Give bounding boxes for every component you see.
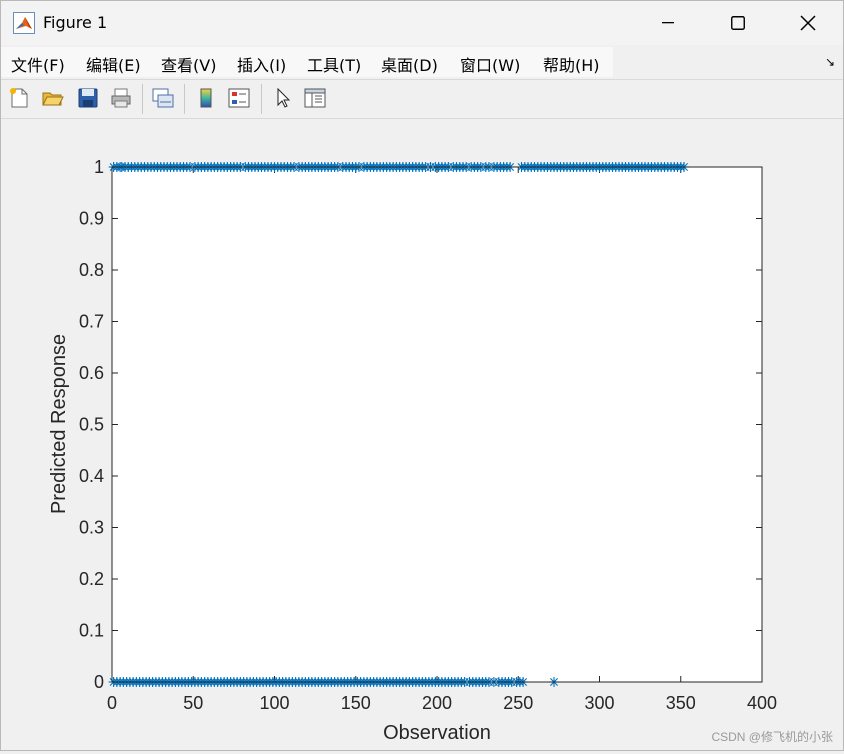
menu-desktop[interactable]: 桌面(D) xyxy=(381,52,438,76)
close-icon xyxy=(800,15,816,31)
y-tick-label: 0.8 xyxy=(79,260,104,280)
y-axis-label: Predicted Response xyxy=(48,334,70,514)
y-tick-label: 0.6 xyxy=(79,363,104,383)
save-icon[interactable] xyxy=(76,86,100,110)
menu-help[interactable]: 帮助(H) xyxy=(543,52,600,76)
menu-edit[interactable]: 编辑(E) xyxy=(86,52,141,76)
toolbar-separator xyxy=(261,84,262,114)
menu-view[interactable]: 查看(V) xyxy=(161,52,216,76)
colorbar-icon[interactable] xyxy=(194,86,218,110)
title-bar[interactable]: Figure 1 xyxy=(1,1,843,45)
y-tick-label: 1 xyxy=(94,157,104,177)
maximize-icon xyxy=(731,16,745,30)
new-figure-icon[interactable] xyxy=(7,86,31,110)
y-tick-label: 0.2 xyxy=(79,569,104,589)
y-tick-label: 0 xyxy=(94,672,104,692)
x-tick-label: 350 xyxy=(666,693,696,713)
maximize-button[interactable] xyxy=(709,1,767,45)
open-file-icon[interactable] xyxy=(41,86,65,110)
x-tick-label: 0 xyxy=(107,693,117,713)
y-tick-label: 0.5 xyxy=(79,415,104,435)
minimize-button[interactable] xyxy=(639,1,697,45)
menu-window[interactable]: 窗口(W) xyxy=(460,52,520,76)
window-title: Figure 1 xyxy=(43,13,108,32)
x-axis-label: Observation xyxy=(383,722,491,744)
edit-plot-icon[interactable] xyxy=(271,86,295,110)
close-button[interactable] xyxy=(779,1,837,45)
menu-file[interactable]: 文件(F) xyxy=(11,52,65,76)
toolbar-toggle-arrow-icon[interactable]: ↘ xyxy=(825,55,835,69)
x-tick-label: 250 xyxy=(503,693,533,713)
x-tick-label: 100 xyxy=(259,693,289,713)
y-tick-label: 0.1 xyxy=(79,621,104,641)
menu-tools[interactable]: 工具(T) xyxy=(307,52,361,76)
matlab-logo-icon xyxy=(13,12,35,34)
toolbar-separator xyxy=(142,84,143,114)
scatter-chart: 0 50 100 150 200 250 300 350 400 0 0.1 0.2 0.3 0.4 0.… xyxy=(48,157,833,744)
y-tick-label: 0.4 xyxy=(79,466,104,486)
y-tick-label: 0.9 xyxy=(79,209,104,229)
legend-icon[interactable] xyxy=(227,86,251,110)
minimize-icon xyxy=(662,22,674,24)
toolbar-separator xyxy=(184,84,185,114)
menu-insert[interactable]: 插入(I) xyxy=(237,52,286,76)
y-tick-label: 0.7 xyxy=(79,312,104,332)
toolbar xyxy=(1,79,843,119)
property-inspector-icon[interactable] xyxy=(303,86,327,110)
x-tick-label: 400 xyxy=(747,693,777,713)
x-tick-label: 300 xyxy=(584,693,614,713)
menu-bar: 文件(F) 编辑(E) 查看(V) 插入(I) 工具(T) 桌面(D) 窗口(W… xyxy=(1,45,843,79)
watermark: CSDN @修飞机的小张 xyxy=(711,729,833,744)
axes-background xyxy=(112,167,762,682)
link-plot-icon[interactable] xyxy=(151,86,175,110)
x-tick-label: 200 xyxy=(422,693,452,713)
print-icon[interactable] xyxy=(109,86,133,110)
x-tick-label: 50 xyxy=(183,693,203,713)
y-tick-label: 0.3 xyxy=(79,518,104,538)
figure-window: Figure 1 文件(F) 编辑(E) 查看(V) 插入(I) 工具(T) 桌… xyxy=(0,0,844,751)
plot-area: 0 50 100 150 200 250 300 350 400 0 0.1 0.2 0.3 0.4 0.… xyxy=(1,119,843,750)
x-tick-label: 150 xyxy=(341,693,371,713)
